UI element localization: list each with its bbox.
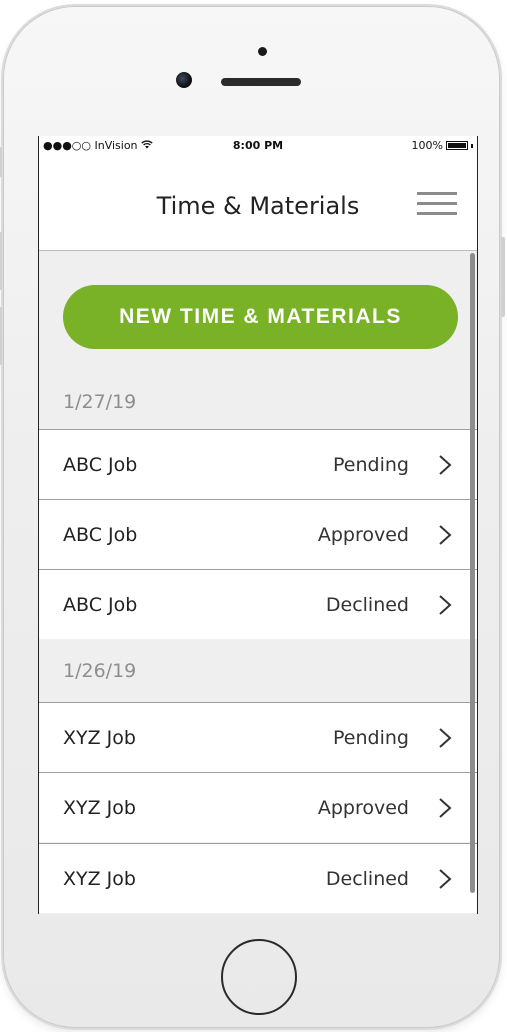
menu-line bbox=[417, 212, 457, 215]
battery-percent: 100% bbox=[411, 139, 443, 152]
mute-switch bbox=[0, 147, 2, 177]
job-row[interactable]: XYZ Job Approved bbox=[39, 772, 477, 842]
job-status: Declined bbox=[325, 593, 409, 616]
battery-level bbox=[448, 143, 466, 148]
power-button bbox=[501, 237, 505, 317]
job-status: Pending bbox=[333, 453, 409, 476]
battery-icon bbox=[446, 141, 468, 150]
battery-tip bbox=[471, 143, 473, 148]
content-area: NEW TIME & MATERIALS 1/27/19 ABC Job Pen… bbox=[39, 251, 477, 914]
volume-down-button bbox=[0, 307, 2, 365]
chevron-right-icon bbox=[439, 727, 452, 748]
job-name: ABC Job bbox=[63, 453, 138, 476]
job-name: ABC Job bbox=[63, 593, 138, 616]
job-name: XYZ Job bbox=[63, 796, 136, 819]
new-time-materials-button[interactable]: NEW TIME & MATERIALS bbox=[63, 285, 458, 349]
job-row[interactable]: XYZ Job Declined bbox=[39, 843, 477, 913]
chevron-right-icon bbox=[439, 868, 452, 889]
home-button[interactable] bbox=[221, 939, 297, 1015]
job-name: XYZ Job bbox=[63, 726, 136, 749]
proximity-sensor bbox=[258, 47, 267, 56]
section-date: 1/27/19 bbox=[63, 390, 137, 413]
battery-group: 100% bbox=[412, 139, 473, 152]
chevron-right-icon bbox=[439, 797, 452, 818]
section-date: 1/26/19 bbox=[63, 659, 137, 682]
menu-line bbox=[417, 192, 457, 195]
navigation-bar: Time & Materials bbox=[39, 156, 477, 251]
job-status: Declined bbox=[325, 867, 409, 890]
scrollbar[interactable] bbox=[470, 253, 475, 893]
hamburger-menu-icon[interactable] bbox=[417, 192, 457, 218]
earpiece-speaker bbox=[221, 78, 301, 86]
chevron-right-icon bbox=[439, 454, 452, 475]
job-row[interactable]: ABC Job Declined bbox=[39, 569, 477, 639]
section-header-date: 1/27/19 bbox=[39, 374, 477, 429]
menu-line bbox=[417, 202, 457, 205]
job-name: XYZ Job bbox=[63, 867, 136, 890]
job-status: Approved bbox=[317, 796, 409, 819]
chevron-right-icon bbox=[439, 524, 452, 545]
front-camera-icon bbox=[176, 72, 192, 88]
job-status: Pending bbox=[333, 726, 409, 749]
app-screen: ●●●○○ InVision 8:00 PM 100% Time & Mater… bbox=[38, 136, 478, 914]
job-row[interactable]: ABC Job Pending bbox=[39, 429, 477, 499]
status-bar: ●●●○○ InVision 8:00 PM 100% bbox=[39, 136, 477, 156]
volume-up-button bbox=[0, 232, 2, 290]
job-status: Approved bbox=[317, 523, 409, 546]
job-row[interactable]: ABC Job Approved bbox=[39, 499, 477, 569]
job-row[interactable]: XYZ Job Pending bbox=[39, 702, 477, 772]
job-name: ABC Job bbox=[63, 523, 138, 546]
chevron-right-icon bbox=[439, 594, 452, 615]
section-header-date: 1/26/19 bbox=[39, 639, 477, 702]
page-title: Time & Materials bbox=[156, 192, 360, 220]
